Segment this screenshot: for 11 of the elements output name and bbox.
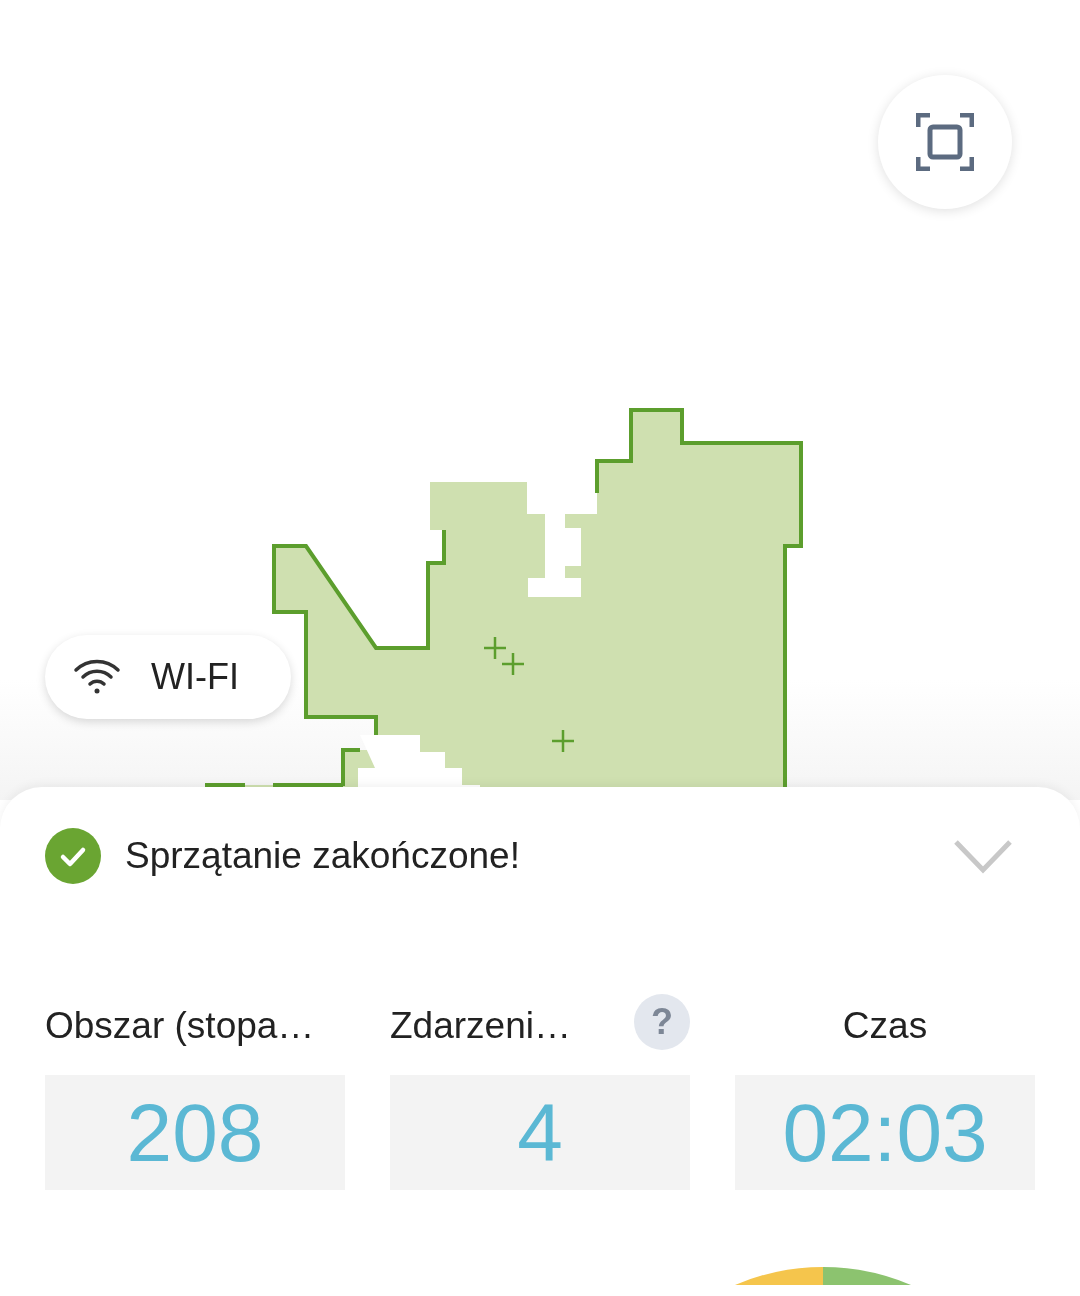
stat-value: 208	[45, 1075, 345, 1190]
status-title: Sprzątanie zakończone!	[125, 835, 521, 877]
stat-label: Zdarzeni…	[390, 1005, 571, 1047]
stat-label: Obszar (stopa…	[45, 1005, 315, 1047]
stat-value: 02:03	[735, 1075, 1035, 1190]
wifi-icon	[73, 659, 121, 695]
stat-value: 4	[390, 1075, 690, 1190]
fullscreen-icon	[916, 113, 974, 171]
chevron-icon	[953, 838, 1013, 874]
wifi-button[interactable]: WI-FI	[45, 635, 291, 719]
stat-label: Czas	[842, 1005, 928, 1047]
